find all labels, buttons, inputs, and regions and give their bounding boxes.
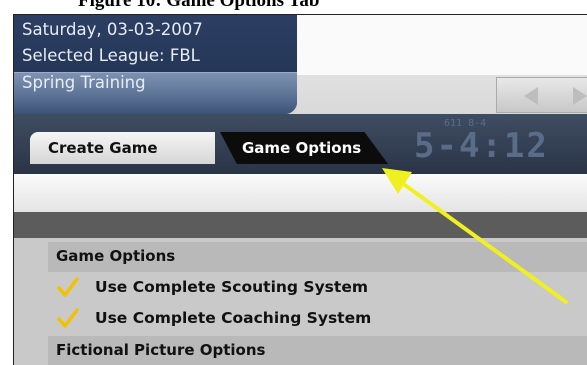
- header-right: [297, 15, 587, 114]
- section-game-options-title: Game Options: [56, 247, 176, 265]
- selected-league: Selected League: FBL: [22, 46, 200, 65]
- nav-buttons: [496, 77, 587, 113]
- scouting-option-label: Use Complete Scouting System: [95, 278, 368, 296]
- tab-strip: 611 8-4 5-4:12 Create Game Game Options: [14, 114, 587, 174]
- tab-create-game[interactable]: Create Game: [30, 132, 215, 164]
- scoreboard-graphic: 611 8-4 5-4:12: [404, 116, 587, 172]
- header-white-area: [297, 15, 587, 75]
- option-row-coaching[interactable]: Use Complete Coaching System: [48, 304, 587, 334]
- season-phase: Spring Training: [22, 73, 146, 92]
- app-window: Saturday, 03-03-2007 Selected League: FB…: [13, 14, 587, 365]
- forward-arrow-icon[interactable]: [573, 87, 587, 105]
- back-arrow-icon[interactable]: [524, 87, 538, 105]
- header-info-panel: Saturday, 03-03-2007 Selected League: FB…: [14, 15, 297, 114]
- checkmark-icon[interactable]: [56, 307, 80, 329]
- options-panel: Game Options Use Complete Scouting Syste…: [14, 238, 587, 365]
- section-header-picture-options: Fictional Picture Options: [48, 336, 587, 365]
- section-header-game-options: Game Options: [48, 242, 587, 272]
- tab-create-game-label: Create Game: [48, 139, 158, 157]
- current-date: Saturday, 03-03-2007: [22, 20, 203, 39]
- panel-divider: [14, 212, 587, 238]
- figure-caption-text: Figure 10: Game Options Tab: [78, 0, 320, 11]
- coaching-option-label: Use Complete Coaching System: [95, 309, 372, 327]
- figure-caption: Figure 10: Game Options Tab: [0, 0, 587, 14]
- tab-game-options-label: Game Options: [242, 139, 362, 157]
- option-row-scouting[interactable]: Use Complete Scouting System: [48, 273, 587, 303]
- section-picture-options-title: Fictional Picture Options: [56, 341, 266, 359]
- tab-game-options[interactable]: Game Options: [220, 132, 388, 164]
- options-toolbar: [14, 174, 587, 213]
- checkmark-icon[interactable]: [56, 276, 80, 298]
- scoreboard-big-text: 5-4:12: [414, 126, 549, 166]
